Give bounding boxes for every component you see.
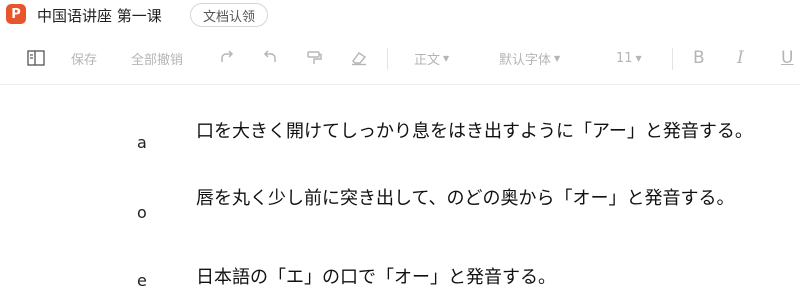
entry-text: 日本語の「エ」の口で「オー」と発音する。: [196, 267, 556, 288]
redo-icon[interactable]: [219, 40, 235, 76]
entry-label: o: [137, 203, 147, 222]
toolbar-divider: [387, 48, 388, 70]
font-family-select[interactable]: 默认字体 ▼: [499, 40, 560, 76]
font-size-select[interactable]: 11 ▼: [616, 40, 642, 76]
toolbar-divider: [672, 48, 673, 70]
undo-icon[interactable]: [262, 40, 278, 76]
title-bar: P 中国语讲座 第一课 文档认领: [0, 0, 800, 32]
claim-document-button[interactable]: 文档认领: [190, 3, 269, 27]
app-logo-icon: P: [6, 4, 26, 24]
document-body[interactable]: a 口を大きく開けてしっかり息をはき出すように「アー」と発音する。 o 唇を丸く…: [0, 85, 800, 306]
font-family-value: 默认字体: [499, 52, 552, 68]
chevron-down-icon: ▼: [635, 53, 642, 63]
format-painter-icon[interactable]: [306, 40, 322, 76]
bold-button[interactable]: B: [693, 40, 705, 76]
undo-all-button[interactable]: 全部撤销: [131, 40, 183, 76]
chevron-down-icon: ▼: [554, 53, 561, 63]
entry-text: 口を大きく開けてしっかり息をはき出すように「アー」と発音する。: [196, 121, 753, 142]
document-title: 中国语讲座 第一课: [37, 7, 162, 25]
eraser-icon[interactable]: [350, 40, 368, 76]
entry-label: a: [137, 133, 147, 152]
toolbar: 保存 全部撤销 正文 ▼ 默认字体 ▼ 11 ▼ B I U: [0, 40, 800, 76]
paragraph-style-value: 正文: [414, 52, 441, 68]
italic-button[interactable]: I: [737, 40, 744, 76]
font-size-value: 11: [616, 50, 633, 66]
entry-label: e: [137, 271, 147, 290]
sidebar-toggle-icon[interactable]: [27, 40, 45, 76]
chevron-down-icon: ▼: [443, 53, 450, 63]
underline-button[interactable]: U: [781, 40, 793, 76]
entry-text: 唇を丸く少し前に突き出して、のどの奥から「オー」と発音する。: [196, 188, 735, 209]
paragraph-style-select[interactable]: 正文 ▼: [414, 40, 449, 76]
save-button[interactable]: 保存: [71, 40, 97, 76]
